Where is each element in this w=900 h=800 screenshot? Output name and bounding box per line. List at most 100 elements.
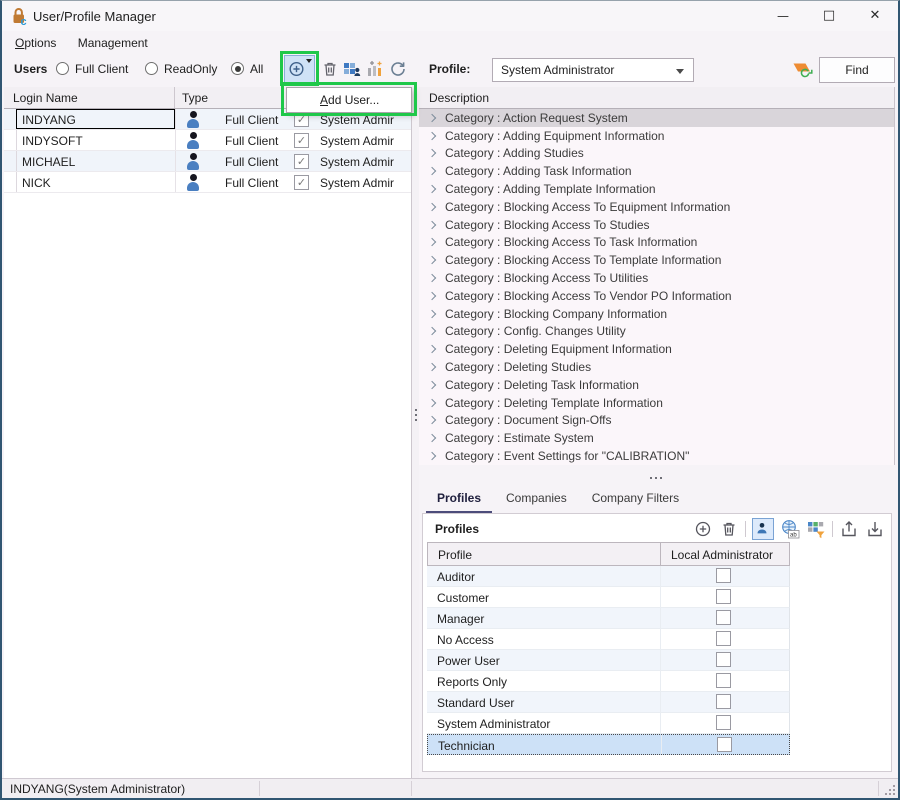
tab-companies[interactable]: Companies: [495, 487, 578, 514]
local-admin-checkbox[interactable]: [717, 737, 732, 752]
category-row[interactable]: Category : Blocking Access To Utilities: [419, 269, 894, 287]
chevron-right-icon[interactable]: [428, 149, 436, 157]
user-checkbox[interactable]: ✓: [294, 175, 309, 190]
chevron-right-icon[interactable]: [428, 220, 436, 228]
profile-row-system-administrator[interactable]: System Administrator: [427, 713, 790, 734]
profile-row-manager[interactable]: Manager: [427, 608, 790, 629]
login-name-cell[interactable]: MICHAEL: [16, 151, 175, 171]
chevron-right-icon[interactable]: [428, 131, 436, 139]
radio-readonly[interactable]: [145, 62, 158, 75]
radio-full-client[interactable]: [56, 62, 69, 75]
user-columns-button[interactable]: [342, 59, 362, 79]
chevron-right-icon[interactable]: [428, 114, 436, 122]
chevron-right-icon[interactable]: [428, 381, 436, 389]
chevron-right-icon[interactable]: [428, 434, 436, 442]
category-row[interactable]: Category : Deleting Template Information: [419, 394, 894, 412]
user-checkbox[interactable]: ✓: [294, 133, 309, 148]
column-header-profile[interactable]: Profile: [427, 542, 660, 566]
user-row-indysoft[interactable]: INDYSOFT Full Client ✓ System Admir: [4, 130, 411, 151]
localize-button[interactable]: ab: [780, 519, 800, 539]
profile-row-standard-user[interactable]: Standard User: [427, 692, 790, 713]
chevron-right-icon[interactable]: [428, 345, 436, 353]
export-profiles-button[interactable]: [839, 519, 859, 539]
tab-profiles[interactable]: Profiles: [426, 487, 492, 514]
user-checkbox[interactable]: ✓: [294, 112, 309, 127]
maximize-button[interactable]: □: [806, 1, 852, 31]
chevron-right-icon[interactable]: [428, 256, 436, 264]
chevron-right-icon[interactable]: [428, 203, 436, 211]
profile-row-auditor[interactable]: Auditor: [427, 566, 790, 587]
local-admin-checkbox[interactable]: [716, 589, 731, 604]
category-row[interactable]: Category : Estimate System: [419, 429, 894, 447]
menu-management[interactable]: Management: [69, 31, 157, 55]
profile-view-button[interactable]: [752, 518, 774, 540]
category-row[interactable]: Category : Blocking Access To Template I…: [419, 251, 894, 269]
tab-company-filters[interactable]: Company Filters: [581, 487, 690, 514]
local-admin-checkbox[interactable]: [716, 652, 731, 667]
import-profiles-button[interactable]: [865, 519, 885, 539]
category-row[interactable]: Category : Blocking Access To Vendor PO …: [419, 287, 894, 305]
category-row[interactable]: Category : Event Settings for "CALIBRATI…: [419, 447, 894, 465]
chevron-right-icon[interactable]: [428, 452, 436, 460]
user-row-michael[interactable]: MICHAEL Full Client ✓ System Admir: [4, 151, 411, 172]
radio-all[interactable]: [231, 62, 244, 75]
minimize-button[interactable]: —: [760, 1, 806, 31]
chevron-right-icon[interactable]: [428, 398, 436, 406]
delete-profile-button[interactable]: [719, 519, 739, 539]
category-row[interactable]: Category : Adding Template Information: [419, 180, 894, 198]
local-admin-checkbox[interactable]: [716, 715, 731, 730]
close-button[interactable]: ✕: [852, 1, 898, 31]
category-row[interactable]: Category : Blocking Company Information: [419, 305, 894, 323]
category-row[interactable]: Category : Blocking Access To Task Infor…: [419, 234, 894, 252]
category-row[interactable]: Category : Adding Task Information: [419, 162, 894, 180]
profile-row-reports-only[interactable]: Reports Only: [427, 671, 790, 692]
category-row[interactable]: Category : Config. Changes Utility: [419, 323, 894, 341]
horizontal-splitter[interactable]: [650, 470, 665, 484]
menu-options[interactable]: Options: [6, 31, 65, 55]
chevron-right-icon[interactable]: [428, 327, 436, 335]
chevron-right-icon[interactable]: [428, 185, 436, 193]
menu-item-add-user[interactable]: Add User...: [287, 88, 379, 107]
radio-readonly-label[interactable]: ReadOnly: [164, 62, 217, 76]
column-header-login-name[interactable]: Login Name: [4, 87, 175, 108]
category-row[interactable]: Category : Adding Equipment Information: [419, 127, 894, 145]
login-name-cell[interactable]: NICK: [16, 172, 175, 192]
category-row[interactable]: Category : Blocking Access To Equipment …: [419, 198, 894, 216]
chevron-right-icon[interactable]: [428, 292, 436, 300]
user-row-nick[interactable]: NICK Full Client ✓ System Admir: [4, 172, 411, 193]
chevron-right-icon[interactable]: [428, 309, 436, 317]
user-checkbox[interactable]: ✓: [294, 154, 309, 169]
column-header-local-administrator[interactable]: Local Administrator: [660, 542, 790, 566]
chevron-right-icon[interactable]: [428, 238, 436, 246]
category-row[interactable]: Category : Document Sign-Offs: [419, 412, 894, 430]
category-row[interactable]: Category : Deleting Equipment Informatio…: [419, 340, 894, 358]
resize-grip[interactable]: [883, 783, 895, 795]
local-admin-checkbox[interactable]: [716, 694, 731, 709]
add-user-button[interactable]: [284, 55, 315, 83]
chevron-right-icon[interactable]: [428, 274, 436, 282]
login-name-cell[interactable]: INDYANG: [16, 109, 175, 129]
delete-user-button[interactable]: [320, 59, 340, 79]
add-profile-button[interactable]: [693, 519, 713, 539]
add-columns-button[interactable]: [365, 59, 385, 79]
category-row[interactable]: Category : Adding Studies: [419, 145, 894, 163]
category-row[interactable]: Category : Deleting Task Information: [419, 376, 894, 394]
profile-row-power-user[interactable]: Power User: [427, 650, 790, 671]
chevron-right-icon[interactable]: [428, 416, 436, 424]
local-admin-checkbox[interactable]: [716, 568, 731, 583]
vertical-splitter[interactable]: [412, 87, 419, 778]
refresh-button[interactable]: [388, 59, 408, 79]
profile-sync-icon[interactable]: [791, 58, 811, 78]
profile-select[interactable]: System Administrator: [492, 58, 694, 82]
radio-all-label[interactable]: All: [250, 62, 263, 76]
profile-row-customer[interactable]: Customer: [427, 587, 790, 608]
profile-row-technician[interactable]: Technician: [427, 734, 790, 755]
local-admin-checkbox[interactable]: [716, 631, 731, 646]
chevron-right-icon[interactable]: [428, 363, 436, 371]
category-row[interactable]: Category : Action Request System: [419, 109, 894, 127]
chevron-right-icon[interactable]: [428, 167, 436, 175]
category-row[interactable]: Category : Deleting Studies: [419, 358, 894, 376]
profile-row-no-access[interactable]: No Access: [427, 629, 790, 650]
radio-full-client-label[interactable]: Full Client: [75, 62, 128, 76]
category-row[interactable]: Category : Blocking Access To Studies: [419, 216, 894, 234]
